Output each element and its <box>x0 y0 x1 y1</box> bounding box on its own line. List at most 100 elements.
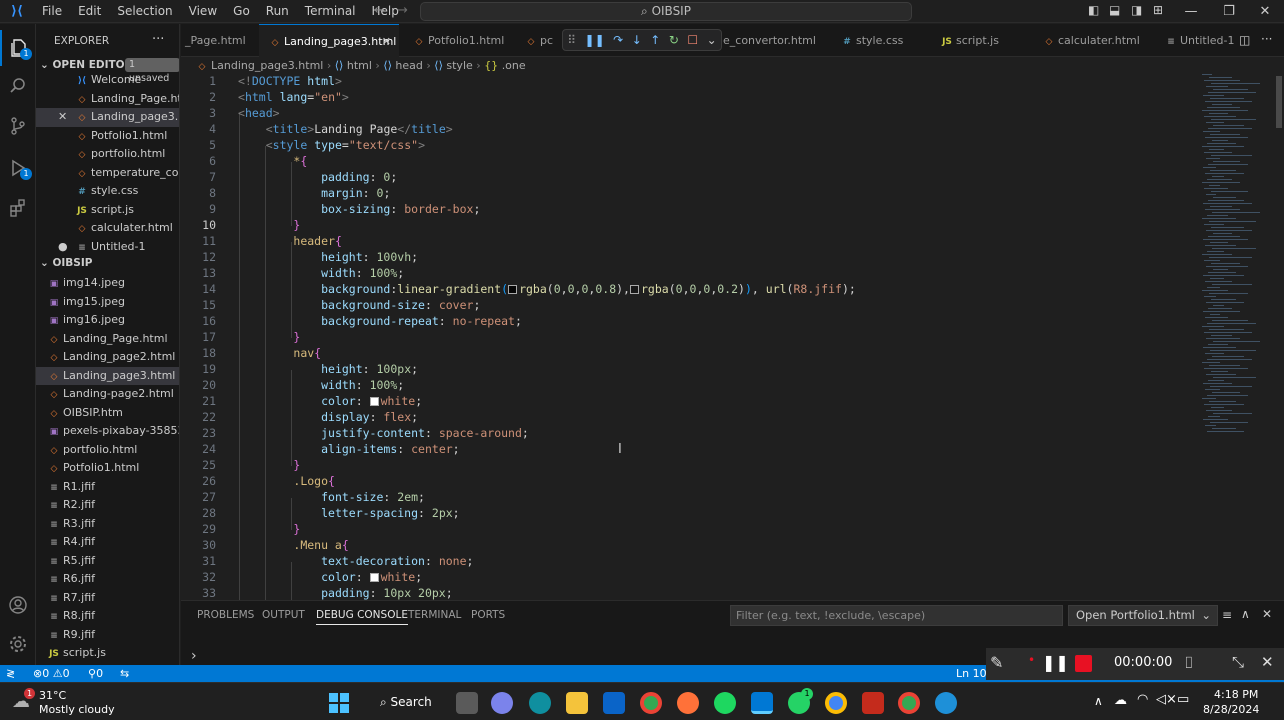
recorder-app-icon[interactable] <box>862 692 884 714</box>
close-tab-icon[interactable]: ✕ <box>382 25 391 58</box>
pause-recording-icon[interactable]: ❚❚ <box>1042 653 1069 672</box>
source-control-icon[interactable] <box>0 108 36 144</box>
panel-tab-terminal[interactable]: TERMINAL <box>408 609 461 621</box>
toggle-secondary-sidebar-icon[interactable]: ◨ <box>1131 3 1142 17</box>
clock-date[interactable]: 8/28/2024 <box>1203 703 1259 716</box>
task-view-icon[interactable] <box>456 692 478 714</box>
file-item[interactable]: JS script.js <box>36 644 179 663</box>
accounts-icon[interactable] <box>0 587 36 623</box>
open-editor-item[interactable]: ◇ portfolio.html <box>36 145 179 164</box>
open-editor-item[interactable]: # style.css <box>36 182 179 201</box>
tab-calculater[interactable]: ◇ calculater.html <box>1039 24 1149 57</box>
minimap[interactable] <box>1198 74 1278 600</box>
more-actions-icon[interactable]: ··· <box>1261 32 1272 46</box>
problems-status[interactable]: ⊗0 ⚠0 <box>33 665 70 682</box>
command-center[interactable]: ⌕ OIBSIP <box>420 2 912 21</box>
cursor-position[interactable]: Ln 10 <box>956 665 987 682</box>
file-item[interactable]: ◇ Landing_page3.html <box>36 366 179 385</box>
color-swatch[interactable] <box>369 397 379 406</box>
tab-temperature-convertor[interactable]: e_convertor.html <box>721 24 831 57</box>
tab-landing-page3[interactable]: ◇ Landing_page3.html ✕ <box>259 24 399 57</box>
file-item[interactable]: ≡ R3.jfif <box>36 515 179 534</box>
step-into-icon[interactable]: ↓ <box>632 33 642 47</box>
nav-back-icon[interactable]: ← <box>374 3 385 18</box>
edge-icon[interactable] <box>529 692 551 714</box>
open-editor-item[interactable]: ⟩⟨ Welcome <box>36 71 179 90</box>
file-item[interactable]: ≡ R5.jfif <box>36 552 179 571</box>
remote-icon[interactable]: ≷ <box>6 665 15 682</box>
open-editor-item[interactable]: JS script.js <box>36 201 179 220</box>
file-item[interactable]: ≡ R1.jfif <box>36 478 179 497</box>
chrome-profile-icon[interactable] <box>825 692 847 714</box>
pause-icon[interactable]: ❚❚ <box>585 33 605 47</box>
debug-console-select[interactable]: Open Portfolio1.html ⌄ <box>1068 605 1218 626</box>
battery-icon[interactable]: ▭ <box>1177 692 1189 707</box>
vscode-icon[interactable] <box>751 692 773 714</box>
breadcrumb-file[interactable]: Landing_page3.html <box>211 59 323 72</box>
menu-go[interactable]: Go <box>225 0 258 23</box>
tab-untitled[interactable]: ≡ Untitled-1 <box>1161 24 1234 57</box>
volume-icon[interactable]: ◁× <box>1156 692 1177 707</box>
open-editor-item[interactable]: ◇ Landing_Page.ht... <box>36 90 179 109</box>
file-item[interactable]: ◇ Landing_page2.html <box>36 348 179 367</box>
more-actions-icon[interactable]: ··· <box>152 32 164 47</box>
collapse-icon[interactable]: ⤡ <box>1232 653 1244 671</box>
panel-tab-problems[interactable]: PROBLEMS <box>197 609 254 621</box>
file-item[interactable]: ▣ img16.jpeg <box>36 311 179 330</box>
open-editor-item[interactable]: ◇ temperature_co... <box>36 164 179 183</box>
toggle-sidebar-icon[interactable]: ◧ <box>1088 3 1099 17</box>
color-swatch[interactable] <box>369 573 379 582</box>
code-editor[interactable]: 1 2 3 4 5 6 7 8 9 10 11 12 13 14 15 16 17 18 19 20 21 22 23 24 2… <box>181 74 1284 600</box>
file-item[interactable]: ≡ R9.jfif <box>36 626 179 645</box>
manage-gear-icon[interactable] <box>0 626 36 662</box>
file-item[interactable]: ≡ R6.jfif <box>36 570 179 589</box>
nav-forward-icon[interactable]: → <box>397 3 408 18</box>
toggle-panel-icon[interactable]: ⬓ <box>1109 3 1120 17</box>
file-item[interactable]: ≡ R4.jfif <box>36 533 179 552</box>
file-item[interactable]: ◇ portfolio.html <box>36 441 179 460</box>
file-item[interactable]: ▣ pexels-pixabay-35853... <box>36 422 179 441</box>
tab-portfolio[interactable]: ◇ pc <box>521 24 561 57</box>
breadcrumb-head[interactable]: head <box>395 59 422 72</box>
chrome-alt-icon[interactable] <box>898 692 920 714</box>
breadcrumb-selector[interactable]: .one <box>502 59 526 72</box>
file-item[interactable]: ◇ Landing-page2.html <box>36 385 179 404</box>
menu-selection[interactable]: Selection <box>109 0 180 23</box>
taskbar-search[interactable]: ⌕ Search <box>370 689 442 715</box>
split-editor-icon[interactable]: ◫ <box>1239 33 1250 47</box>
weather-widget[interactable]: ☁ 1 31°C Mostly cloudy <box>10 687 120 717</box>
customize-layout-icon[interactable]: ⊞ <box>1153 3 1163 17</box>
drag-handle-icon[interactable]: ⠿ <box>567 33 576 47</box>
tab-style-css[interactable]: # style.css <box>837 24 927 57</box>
spotify-icon[interactable] <box>714 692 736 714</box>
menu-terminal[interactable]: Terminal <box>297 0 364 23</box>
file-item[interactable]: ◇ OIBSIP.htm <box>36 404 179 423</box>
show-hidden-icons-icon[interactable]: ∧ <box>1094 694 1103 708</box>
clear-console-icon[interactable]: ≡ <box>1222 608 1232 622</box>
file-item[interactable]: ▣ img14.jpeg <box>36 274 179 293</box>
file-item[interactable]: ◇ Potfolio1.html <box>36 459 179 478</box>
breadcrumb-html[interactable]: html <box>347 59 372 72</box>
stop-recording-icon[interactable] <box>1075 655 1092 672</box>
panel-tab-output[interactable]: OUTPUT <box>262 609 305 621</box>
maximize-icon[interactable]: ❐ <box>1210 0 1248 23</box>
menu-run[interactable]: Run <box>258 0 297 23</box>
step-out-icon[interactable]: ↑ <box>650 33 660 47</box>
chrome-icon[interactable] <box>640 692 662 714</box>
extensions-icon[interactable] <box>0 190 36 226</box>
live-share-icon[interactable]: ⇆ <box>120 665 129 682</box>
color-swatch[interactable] <box>629 285 639 294</box>
search-view-icon[interactable] <box>0 68 36 104</box>
stop-icon[interactable]: ☐ <box>687 33 698 47</box>
file-explorer-icon[interactable] <box>566 692 588 714</box>
wifi-icon[interactable]: ◠ <box>1137 692 1148 707</box>
breadcrumb-style[interactable]: style <box>446 59 472 72</box>
onedrive-icon[interactable]: ☁ <box>1114 693 1127 708</box>
restart-icon[interactable]: ↻ <box>669 33 679 47</box>
file-item[interactable]: ≡ R8.jfif <box>36 607 179 626</box>
editor-scrollbar[interactable] <box>1276 76 1282 128</box>
mail-icon[interactable] <box>603 692 625 714</box>
close-window-icon[interactable]: ✕ <box>1246 0 1284 23</box>
teams-icon[interactable] <box>491 692 513 714</box>
file-item[interactable]: ◇ Landing_Page.html <box>36 330 179 349</box>
